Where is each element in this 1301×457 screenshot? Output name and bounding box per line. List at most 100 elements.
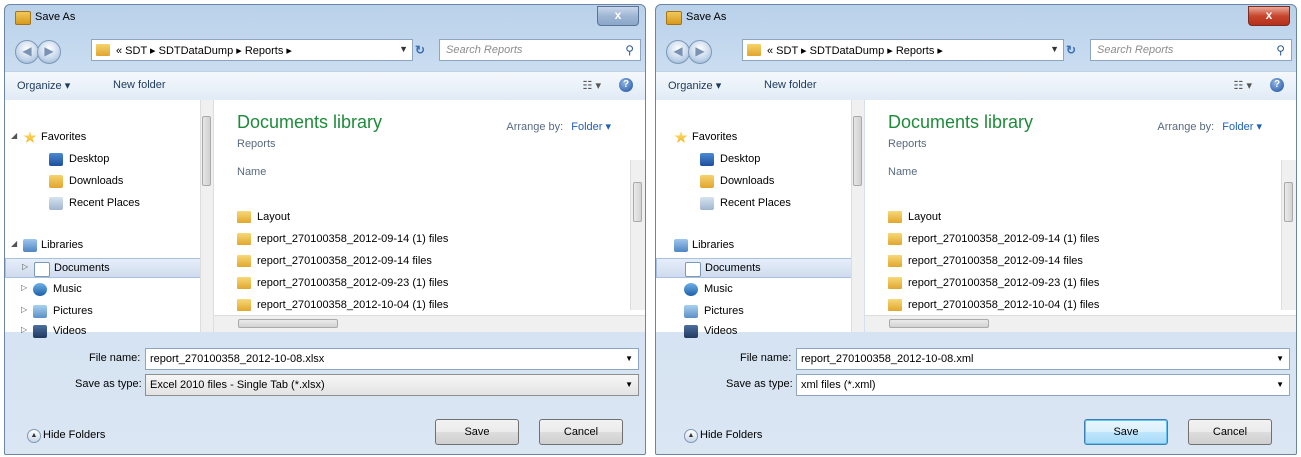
arrange-label: Arrange by: [506, 121, 564, 133]
close-button[interactable]: x [1248, 6, 1290, 26]
horizontal-scrollbar[interactable] [865, 315, 1296, 332]
scroll-thumb[interactable] [633, 182, 642, 222]
scroll-thumb[interactable] [1284, 182, 1293, 222]
nav-label: Downloads [69, 175, 124, 187]
chevron-down-icon[interactable]: ▼ [1276, 354, 1284, 363]
nav-scrollbar[interactable] [200, 100, 213, 332]
expand-arrow-icon[interactable]: ▷ [21, 283, 27, 292]
file-name-input[interactable]: report_270100358_2012-10-08.xlsx ▼ [145, 348, 639, 370]
close-button[interactable]: x [597, 6, 639, 26]
views-button[interactable]: ☷ ▾ [1234, 79, 1252, 92]
chevron-down-icon[interactable]: ▼ [1276, 380, 1284, 389]
search-input[interactable]: Search Reports ⚲ [1090, 39, 1292, 61]
back-button[interactable]: ◀ [666, 40, 690, 64]
nav-item-videos[interactable]: Videos [656, 322, 852, 342]
nav-label: Documents [54, 262, 110, 274]
cancel-button[interactable]: Cancel [539, 419, 623, 445]
breadcrumb[interactable]: « SDT ▸ SDTDataDump ▸ Reports ▸ [767, 44, 943, 57]
new-folder-button[interactable]: New folder [764, 79, 817, 91]
breadcrumb[interactable]: « SDT ▸ SDTDataDump ▸ Reports ▸ [116, 44, 292, 57]
scroll-thumb[interactable] [202, 116, 211, 186]
expand-arrow-icon[interactable]: ▷ [21, 305, 27, 314]
nav-item-videos[interactable]: ▷ Videos [5, 322, 201, 342]
nav-item-recent-places[interactable]: Recent Places [5, 194, 201, 214]
nav-scrollbar[interactable] [851, 100, 864, 332]
nav-item-libraries[interactable]: Libraries [656, 236, 852, 256]
file-name: report_270100358_2012-09-14 files [908, 255, 1083, 267]
desktop-icon [700, 153, 714, 166]
file-list-vertical-scrollbar[interactable] [630, 160, 645, 310]
column-header-name[interactable]: Name [237, 166, 266, 178]
nav-item-libraries[interactable]: ◢ Libraries [5, 236, 201, 256]
save-type-select[interactable]: xml files (*.xml) ▼ [796, 374, 1290, 396]
refresh-icon[interactable]: ↻ [1066, 43, 1076, 57]
arrange-dropdown[interactable]: Folder ▾ [1222, 121, 1262, 133]
expand-arrow-icon[interactable]: ▷ [22, 262, 28, 271]
folder-icon [888, 299, 902, 311]
videos-icon [33, 325, 47, 338]
chevron-down-icon[interactable]: ▼ [1050, 44, 1059, 54]
nav-item-documents[interactable]: ▷ Documents [5, 258, 201, 278]
new-folder-button[interactable]: New folder [113, 79, 166, 91]
collapse-arrow-icon[interactable]: ◢ [11, 239, 17, 248]
nav-item-desktop[interactable]: Desktop [5, 150, 201, 170]
search-icon[interactable]: ⚲ [625, 43, 634, 57]
collapse-arrow-icon[interactable]: ◢ [11, 131, 17, 140]
nav-item-pictures[interactable]: ▷ Pictures [5, 302, 201, 322]
organize-button[interactable]: Organize ▾ [668, 79, 721, 92]
organize-button[interactable]: Organize ▾ [17, 79, 70, 92]
nav-item-recent-places[interactable]: Recent Places [656, 194, 852, 214]
save-type-select[interactable]: Excel 2010 files - Single Tab (*.xlsx) ▼ [145, 374, 639, 396]
save-button[interactable]: Save [1084, 419, 1168, 445]
expand-arrow-icon[interactable]: ▷ [21, 325, 27, 334]
hide-folders-label: Hide Folders [700, 429, 763, 441]
file-name: report_270100358_2012-09-14 (1) files [257, 233, 449, 245]
scroll-thumb[interactable] [853, 116, 862, 186]
file-list-vertical-scrollbar[interactable] [1281, 160, 1296, 310]
chevron-down-icon[interactable]: ▼ [625, 380, 633, 389]
address-bar[interactable]: « SDT ▸ SDTDataDump ▸ Reports ▸ ▼ [742, 39, 1064, 61]
views-button[interactable]: ☷ ▾ [583, 79, 601, 92]
nav-item-pictures[interactable]: Pictures [656, 302, 852, 322]
help-icon[interactable]: ? [619, 78, 633, 92]
library-title: Documents library [237, 112, 383, 132]
search-icon[interactable]: ⚲ [1276, 43, 1285, 57]
nav-label: Favorites [41, 131, 87, 143]
nav-item-downloads[interactable]: Downloads [5, 172, 201, 192]
nav-item-documents[interactable]: Documents [656, 258, 852, 278]
save-button[interactable]: Save [435, 419, 519, 445]
column-header-name[interactable]: Name [888, 166, 917, 178]
hide-folders-label: Hide Folders [43, 429, 106, 441]
address-bar[interactable]: « SDT ▸ SDTDataDump ▸ Reports ▸ ▼ [91, 39, 413, 61]
nav-item-downloads[interactable]: Downloads [656, 172, 852, 192]
chevron-down-icon[interactable]: ▼ [625, 354, 633, 363]
search-placeholder: Search Reports [446, 44, 523, 56]
back-arrow-icon: ◀ [22, 44, 32, 58]
scroll-thumb[interactable] [238, 319, 338, 328]
back-button[interactable]: ◀ [15, 40, 39, 64]
title-bar[interactable]: Save As x [5, 5, 645, 31]
scroll-thumb[interactable] [889, 319, 989, 328]
nav-label: Music [704, 283, 733, 295]
cancel-button[interactable]: Cancel [1188, 419, 1272, 445]
nav-item-favorites[interactable]: ◢ Favorites [5, 128, 201, 148]
nav-label: Music [53, 283, 82, 295]
nav-item-music[interactable]: ▷ Music [5, 280, 201, 300]
nav-item-favorites[interactable]: Favorites [656, 128, 852, 148]
chevron-down-icon[interactable]: ▼ [399, 44, 408, 54]
horizontal-scrollbar[interactable] [214, 315, 645, 332]
forward-button[interactable]: ▶ [37, 40, 61, 64]
arrange-dropdown[interactable]: Folder ▾ [571, 121, 611, 133]
nav-item-music[interactable]: Music [656, 280, 852, 300]
nav-item-desktop[interactable]: Desktop [656, 150, 852, 170]
forward-button[interactable]: ▶ [688, 40, 712, 64]
title-bar[interactable]: Save As x [656, 5, 1296, 31]
file-name-input[interactable]: report_270100358_2012-10-08.xml ▼ [796, 348, 1290, 370]
hide-folders-button[interactable]: ▲ Hide Folders [684, 429, 763, 443]
nav-label: Pictures [704, 305, 744, 317]
search-input[interactable]: Search Reports ⚲ [439, 39, 641, 61]
help-icon[interactable]: ? [1270, 78, 1284, 92]
refresh-icon[interactable]: ↻ [415, 43, 425, 57]
save-type-value: xml files (*.xml) [801, 379, 876, 391]
hide-folders-button[interactable]: ▲ Hide Folders [27, 429, 106, 443]
